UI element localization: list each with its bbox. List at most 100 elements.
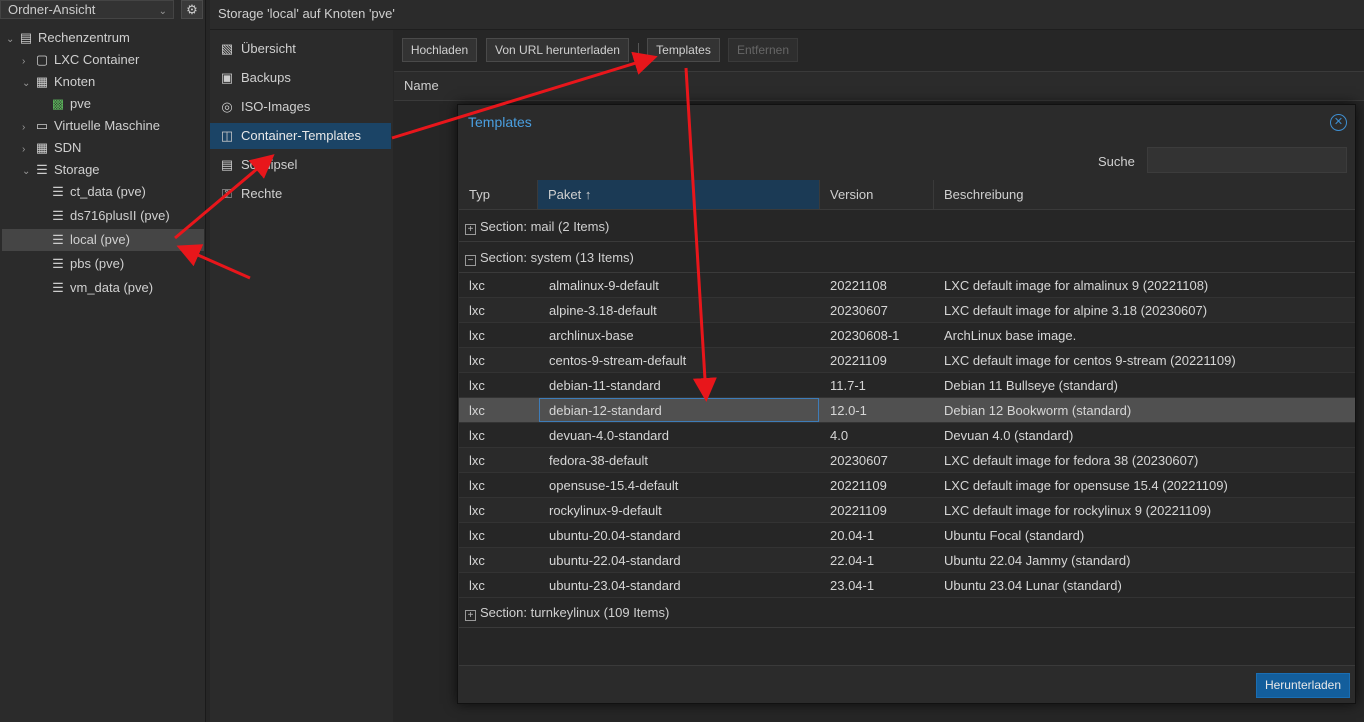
table-row[interactable]: lxc centos-9-stream-default 20221109 LXC de… [459, 348, 1355, 373]
tree-item-virtuelle-maschine[interactable]: › ▭ Virtuelle Maschine [22, 115, 160, 137]
table-row[interactable]: lxc debian-12-standard 12.0-1 Debian 12 Boo… [459, 398, 1355, 423]
view-selector[interactable]: Ordner-Ansicht ⌄ [0, 0, 174, 19]
table-row[interactable]: lxc rockylinux-9-default 20221109 LXC defau… [459, 498, 1355, 523]
cell-version: 22.04-1 [830, 553, 875, 568]
group-header-turnkeylinux[interactable]: + Section: turnkeylinux (109 Items) [459, 597, 1355, 628]
resource-tree-panel [0, 0, 206, 722]
expand-icon[interactable]: + [465, 610, 476, 621]
cell-beschreibung: LXC default image for opensuse 15.4 (202… [944, 478, 1228, 493]
tree-item-lxc-container[interactable]: › ▢ LXC Container [22, 49, 139, 71]
column-header-paket[interactable]: Paket ↑ [538, 180, 820, 210]
cell-paket: rockylinux-9-default [549, 503, 662, 518]
group-header-system[interactable]: − Section: system (13 Items) [459, 242, 1355, 273]
cell-paket: ubuntu-23.04-standard [549, 578, 681, 593]
tree-item-label: pve [70, 96, 91, 111]
search-input[interactable] [1147, 147, 1347, 173]
close-icon[interactable]: ✕ [1330, 114, 1347, 131]
view-selector-value: Ordner-Ansicht [8, 2, 96, 17]
monitor-icon: ▭ [35, 118, 49, 133]
table-row[interactable]: lxc ubuntu-20.04-standard 20.04-1 Ubuntu Fo… [459, 523, 1355, 548]
cell-version: 20230608-1 [830, 328, 900, 343]
tree-item-storage[interactable]: ⌄ ☰ Storage [22, 159, 100, 181]
remove-button[interactable]: Entfernen [728, 38, 798, 62]
column-header-version[interactable]: Version [820, 180, 934, 210]
column-header-name[interactable]: Name [394, 71, 1364, 101]
cell-paket: archlinux-base [549, 328, 634, 343]
tree-item-local[interactable]: ☰ local (pve) [38, 229, 130, 251]
expand-icon[interactable]: + [465, 224, 476, 235]
group-header-mail[interactable]: + Section: mail (2 Items) [459, 211, 1355, 242]
cell-version: 23.04-1 [830, 578, 875, 593]
collapse-icon[interactable]: − [465, 255, 476, 266]
download-url-button[interactable]: Von URL herunterladen [486, 38, 629, 62]
cell-beschreibung: LXC default image for alpine 3.18 (20230… [944, 303, 1208, 318]
tree-item-vm-data[interactable]: ☰ vm_data (pve) [38, 277, 153, 299]
chevron-right-icon[interactable]: › [22, 51, 34, 73]
column-header-typ[interactable]: Typ [459, 180, 538, 210]
nav-item-backups[interactable]: ▣ Backups [210, 65, 391, 91]
chevron-right-icon[interactable]: › [22, 117, 34, 139]
storage-icon: ☰ [52, 208, 64, 223]
cell-typ: lxc [469, 528, 485, 543]
cell-typ: lxc [469, 553, 485, 568]
tree-item-pbs[interactable]: ☰ pbs (pve) [38, 253, 124, 275]
cell-paket: centos-9-stream-default [549, 353, 687, 368]
cell-paket: devuan-4.0-standard [549, 428, 669, 443]
chevron-down-icon[interactable]: ⌄ [22, 73, 34, 95]
tree-item-pve[interactable]: ▩ pve [38, 93, 91, 115]
snippet-icon: ▤ [220, 157, 234, 172]
nav-item-uebersicht[interactable]: ▧ Übersicht [210, 36, 391, 62]
templates-button[interactable]: Templates [647, 38, 720, 62]
table-row[interactable]: lxc opensuse-15.4-default 20221109 LXC defa… [459, 473, 1355, 498]
tree-item-ct-data[interactable]: ☰ ct_data (pve) [38, 181, 146, 203]
tree-item-datacenter[interactable]: ⌄ ▤ Rechenzentrum [6, 27, 130, 49]
table-row[interactable]: lxc almalinux-9-default 20221108 LXC defaul… [459, 273, 1355, 298]
cell-beschreibung: ArchLinux base image. [944, 328, 1077, 343]
tree-item-label: local (pve) [70, 232, 130, 247]
cell-version: 11.7-1 [830, 378, 866, 393]
chevron-down-icon[interactable]: ⌄ [22, 161, 34, 183]
cell-typ: lxc [469, 453, 485, 468]
dialog-title: Templates [468, 114, 532, 130]
cell-beschreibung: LXC default image for fedora 38 (2023060… [944, 453, 1199, 468]
tree-item-ds716plusii[interactable]: ☰ ds716plusII (pve) [38, 205, 170, 227]
cell-version: 20230607 [830, 453, 888, 468]
table-row[interactable]: lxc archlinux-base 20230608-1 ArchLinux bas… [459, 323, 1355, 348]
cell-typ: lxc [469, 378, 485, 393]
cell-version: 4.0 [830, 428, 849, 443]
building-icon: ▦ [35, 74, 49, 89]
upload-button[interactable]: Hochladen [402, 38, 477, 62]
table-row[interactable]: lxc devuan-4.0-standard 4.0 Devuan 4.0 (sta… [459, 423, 1355, 448]
table-row[interactable]: lxc alpine-3.18-default 20230607 LXC defaul… [459, 298, 1355, 323]
table-row[interactable]: lxc ubuntu-22.04-standard 22.04-1 Ubuntu 22… [459, 548, 1355, 573]
table-row[interactable]: lxc debian-11-standard 11.7-1 Debian 11 Bul… [459, 373, 1355, 398]
nav-item-label: ISO-Images [241, 99, 311, 114]
group-label: Section: turnkeylinux (109 Items) [480, 605, 670, 620]
gear-icon[interactable]: ⚙ [181, 0, 203, 19]
cell-paket: alpine-3.18-default [549, 303, 657, 318]
cell-beschreibung: LXC default image for centos 9-stream (2… [944, 353, 1236, 368]
page-title: Storage 'local' auf Knoten 'pve' [210, 0, 1364, 30]
column-header-beschreibung[interactable]: Beschreibung [934, 180, 1355, 210]
nav-item-label: Rechte [241, 186, 283, 201]
nav-item-rechte[interactable]: ⚿ Rechte [210, 181, 391, 207]
chevron-right-icon[interactable]: › [22, 139, 34, 161]
tree-item-knoten[interactable]: ⌄ ▦ Knoten [22, 71, 95, 93]
node-online-icon: ▩ [51, 96, 65, 111]
download-button[interactable]: Herunterladen [1256, 673, 1350, 698]
nav-item-container-templates[interactable]: ◫ Container-Templates [210, 123, 391, 149]
toolbar-separator [638, 43, 639, 57]
unlock-icon: ⚿ [222, 186, 232, 201]
chevron-down-icon[interactable]: ⌄ [6, 29, 18, 51]
database-icon: ☰ [36, 162, 48, 177]
nav-item-schnipsel[interactable]: ▤ Schnipsel [210, 152, 391, 178]
table-row[interactable]: lxc ubuntu-23.04-standard 23.04-1 Ubuntu 23… [459, 573, 1355, 598]
storage-icon: ☰ [52, 232, 64, 247]
cell-paket: debian-11-standard [549, 378, 661, 393]
tree-item-sdn[interactable]: › ▦ SDN [22, 137, 81, 159]
tree-item-label: pbs (pve) [70, 256, 125, 271]
tree-item-label: Storage [54, 162, 100, 177]
table-row[interactable]: lxc fedora-38-default 20230607 LXC default … [459, 448, 1355, 473]
datacenter-icon: ▤ [19, 30, 33, 45]
nav-item-iso-images[interactable]: ◎ ISO-Images [210, 94, 391, 120]
